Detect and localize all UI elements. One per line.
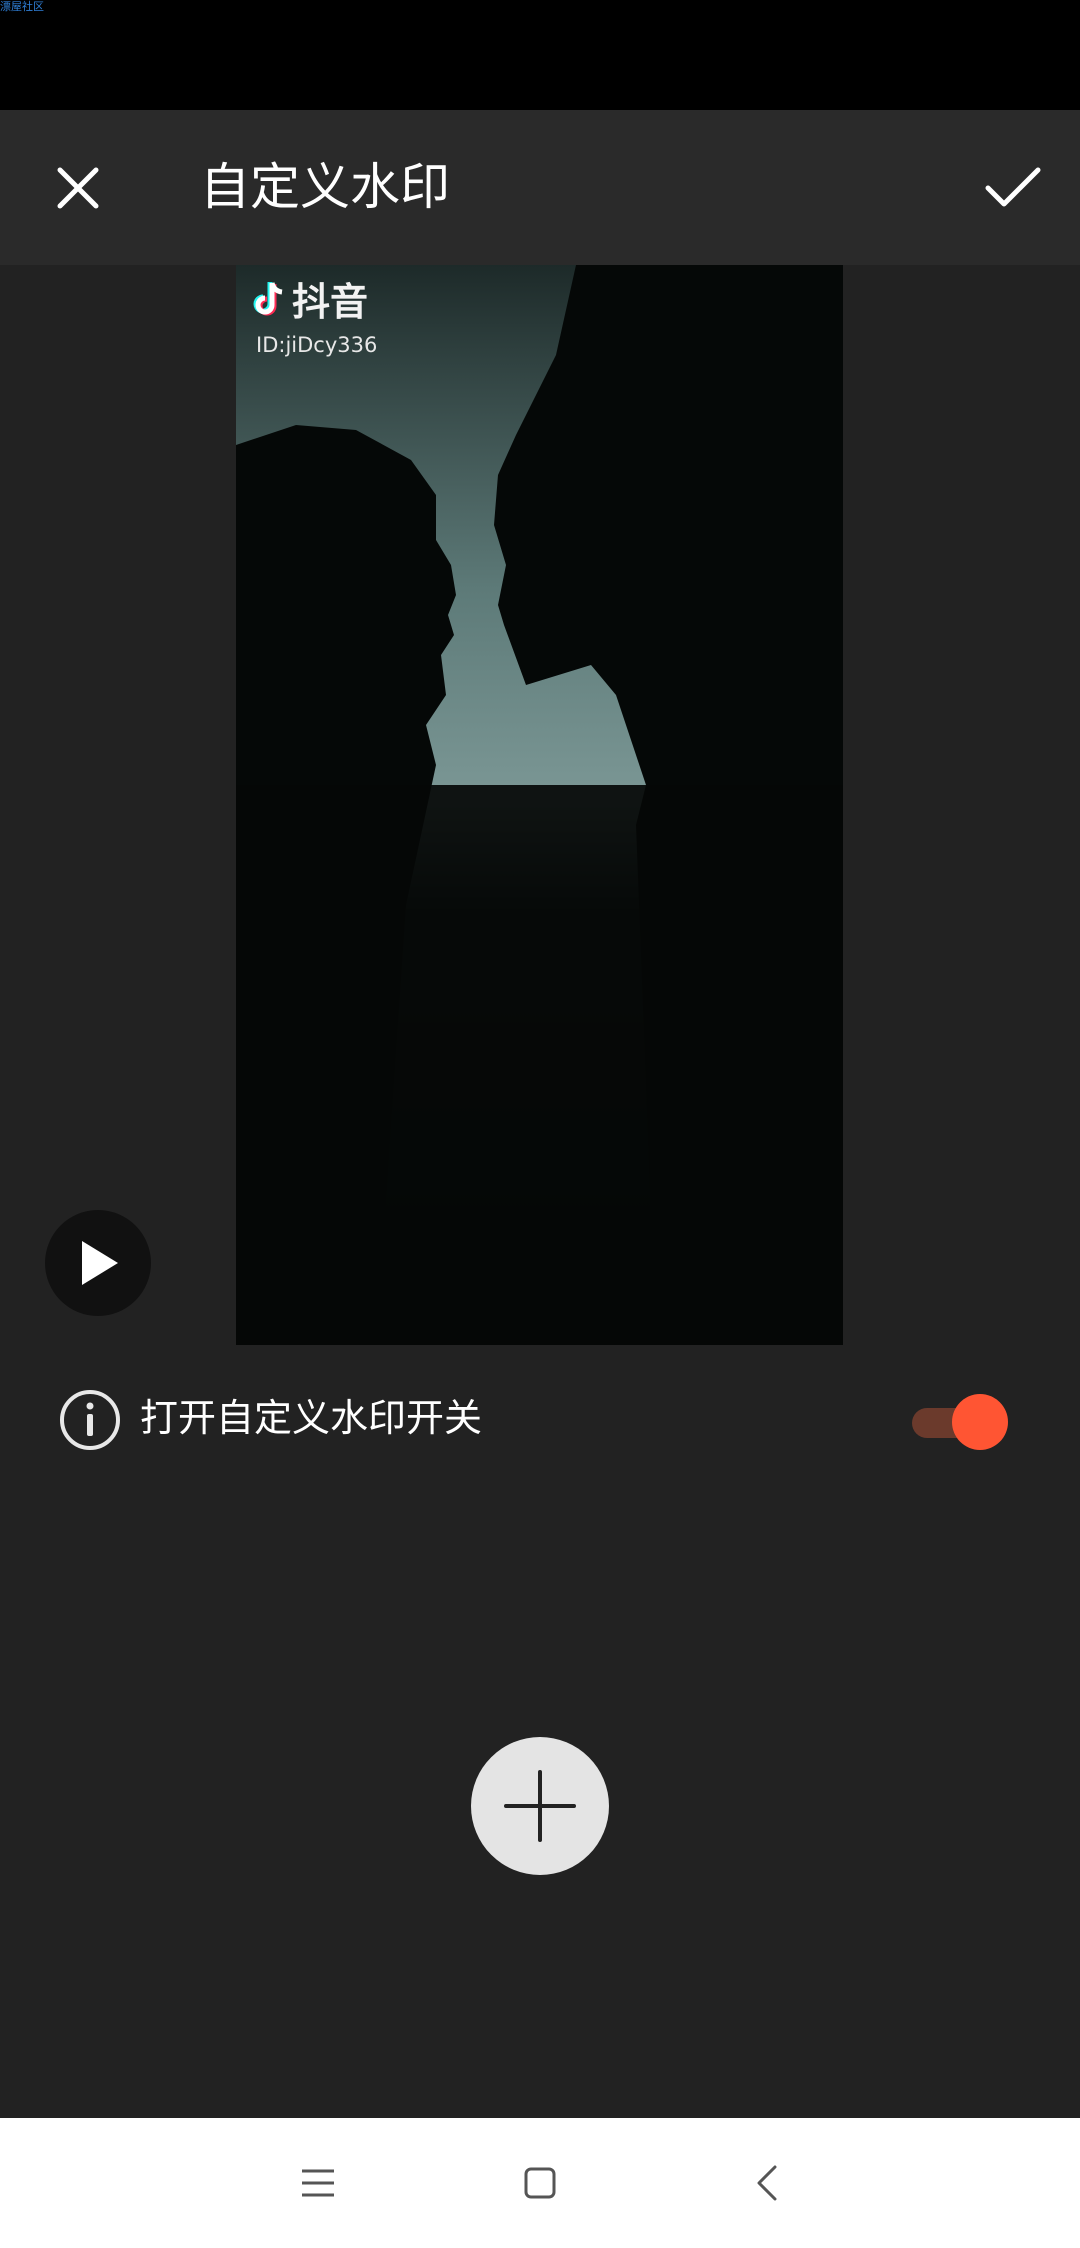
watermark-id: ID:jiDcy336	[256, 333, 378, 357]
nav-menu-button[interactable]	[278, 2148, 358, 2218]
toggle-label: 打开自定义水印开关	[140, 1396, 483, 1440]
status-watermark-text: 漂屋社区	[0, 0, 44, 13]
confirm-button[interactable]	[975, 150, 1051, 226]
close-button[interactable]	[40, 150, 116, 226]
watermark-brand: 抖音	[292, 280, 369, 324]
play-button[interactable]	[45, 1210, 151, 1316]
status-bar: 漂屋社区	[0, 0, 1080, 110]
tiktok-logo-icon	[253, 282, 283, 316]
home-icon	[524, 2167, 556, 2199]
menu-icon	[302, 2169, 334, 2197]
page-title: 自定义水印	[200, 158, 450, 216]
info-icon	[60, 1390, 120, 1450]
custom-watermark-switch[interactable]	[912, 1394, 1012, 1450]
back-icon	[757, 2165, 777, 2201]
check-icon	[985, 167, 1041, 207]
switch-knob	[952, 1394, 1008, 1450]
play-icon	[82, 1241, 118, 1285]
app-bar: 自定义水印	[0, 110, 1080, 265]
video-preview[interactable]: 抖音 ID:jiDcy336	[236, 265, 843, 1345]
close-icon	[57, 167, 99, 209]
add-watermark-button[interactable]	[471, 1737, 609, 1875]
preview-area: 抖音 ID:jiDcy336	[0, 265, 1080, 1345]
plus-icon	[504, 1770, 576, 1842]
nav-back-button[interactable]	[727, 2148, 807, 2218]
custom-watermark-toggle-row: 打开自定义水印开关	[0, 1370, 1080, 1470]
system-nav-bar	[0, 2118, 1080, 2248]
nav-home-button[interactable]	[500, 2148, 580, 2218]
video-image	[236, 265, 843, 1345]
